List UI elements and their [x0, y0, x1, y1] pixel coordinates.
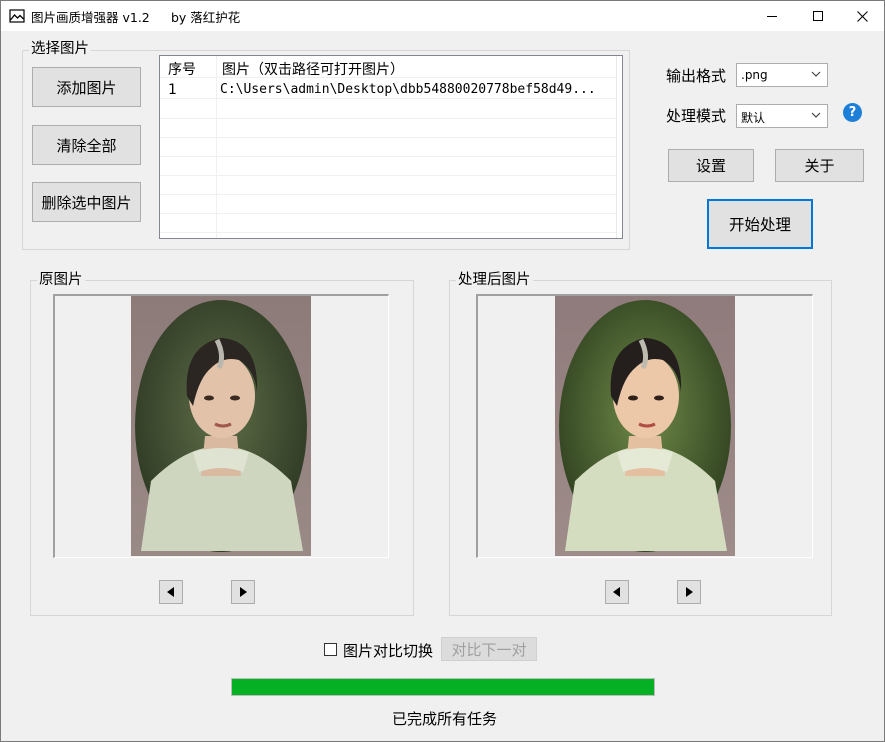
close-icon — [856, 10, 868, 22]
about-button[interactable]: 关于 — [775, 149, 864, 182]
table-row-empty — [160, 176, 620, 195]
processed-image-pane — [476, 294, 813, 558]
table-row-empty — [160, 157, 620, 176]
table-row-empty — [160, 138, 620, 157]
help-icon[interactable]: ? — [843, 103, 862, 122]
processing-mode-select[interactable]: 默认 — [736, 104, 828, 128]
row-path[interactable]: C:\Users\admin\Desktop\dbb54880020778bef… — [220, 82, 596, 97]
progress-bar — [231, 678, 655, 696]
next-pair-button[interactable]: 对比下一对 — [441, 637, 537, 661]
processed-prev-button[interactable] — [605, 580, 629, 604]
maximize-button[interactable] — [795, 1, 841, 31]
column-header-path: 图片（双击路径可打开图片） — [222, 62, 404, 78]
select-images-label: 选择图片 — [29, 40, 91, 58]
original-prev-button[interactable] — [159, 580, 183, 604]
window-title: 图片画质增强器 v1.2 — [31, 10, 150, 25]
clear-all-button[interactable]: 清除全部 — [32, 125, 141, 165]
table-header: 序号 图片（双击路径可打开图片） — [160, 56, 620, 78]
maximize-icon — [813, 11, 823, 21]
column-header-index: 序号 — [168, 62, 196, 78]
title-bar: 图片画质增强器 v1.2 by 落红护花 — [1, 1, 884, 31]
output-format-value: .png — [741, 68, 768, 82]
chevron-down-icon — [811, 112, 821, 118]
add-image-button[interactable]: 添加图片 — [32, 67, 141, 107]
close-button[interactable] — [839, 1, 885, 31]
table-row-empty — [160, 100, 620, 119]
compare-toggle-label: 图片对比切换 — [343, 642, 434, 660]
chevron-down-icon — [811, 71, 821, 77]
row-index: 1 — [168, 82, 177, 98]
processed-next-button[interactable] — [677, 580, 701, 604]
window-author: by 落红护花 — [171, 10, 241, 25]
app-picture-icon — [9, 9, 25, 23]
original-image-label: 原图片 — [37, 271, 85, 289]
status-text: 已完成所有任务 — [392, 710, 498, 728]
processed-image-label: 处理后图片 — [456, 271, 533, 289]
delete-selected-button[interactable]: 删除选中图片 — [32, 182, 141, 222]
output-format-select[interactable]: .png — [736, 63, 828, 87]
output-format-label: 输出格式 — [666, 67, 727, 85]
original-next-button[interactable] — [231, 580, 255, 604]
processing-mode-value: 默认 — [741, 111, 766, 125]
triangle-left-icon — [613, 587, 620, 597]
original-image-pane — [53, 294, 389, 558]
original-portrait-image — [131, 296, 311, 556]
processed-portrait-image — [555, 296, 735, 556]
progress-fill — [232, 679, 654, 695]
table-row-empty — [160, 119, 620, 138]
triangle-right-icon — [240, 587, 247, 597]
triangle-left-icon — [167, 587, 174, 597]
minimize-button[interactable] — [749, 1, 795, 31]
table-row-empty — [160, 195, 620, 214]
minimize-icon — [767, 16, 777, 17]
table-scrollbar[interactable] — [616, 56, 622, 238]
table-row-empty — [160, 214, 620, 233]
compare-toggle-checkbox[interactable] — [324, 643, 337, 656]
file-table[interactable]: 序号 图片（双击路径可打开图片） 1 C:\Users\admin\Deskto… — [159, 55, 623, 239]
triangle-right-icon — [686, 587, 693, 597]
app-window: 图片画质增强器 v1.2 by 落红护花 选择图片 添加图片 清除全部 删除选中… — [0, 0, 885, 742]
start-processing-button[interactable]: 开始处理 — [707, 199, 813, 249]
settings-button[interactable]: 设置 — [668, 149, 754, 182]
table-row[interactable]: 1 C:\Users\admin\Desktop\dbb54880020778b… — [160, 80, 620, 99]
processing-mode-label: 处理模式 — [666, 107, 727, 125]
